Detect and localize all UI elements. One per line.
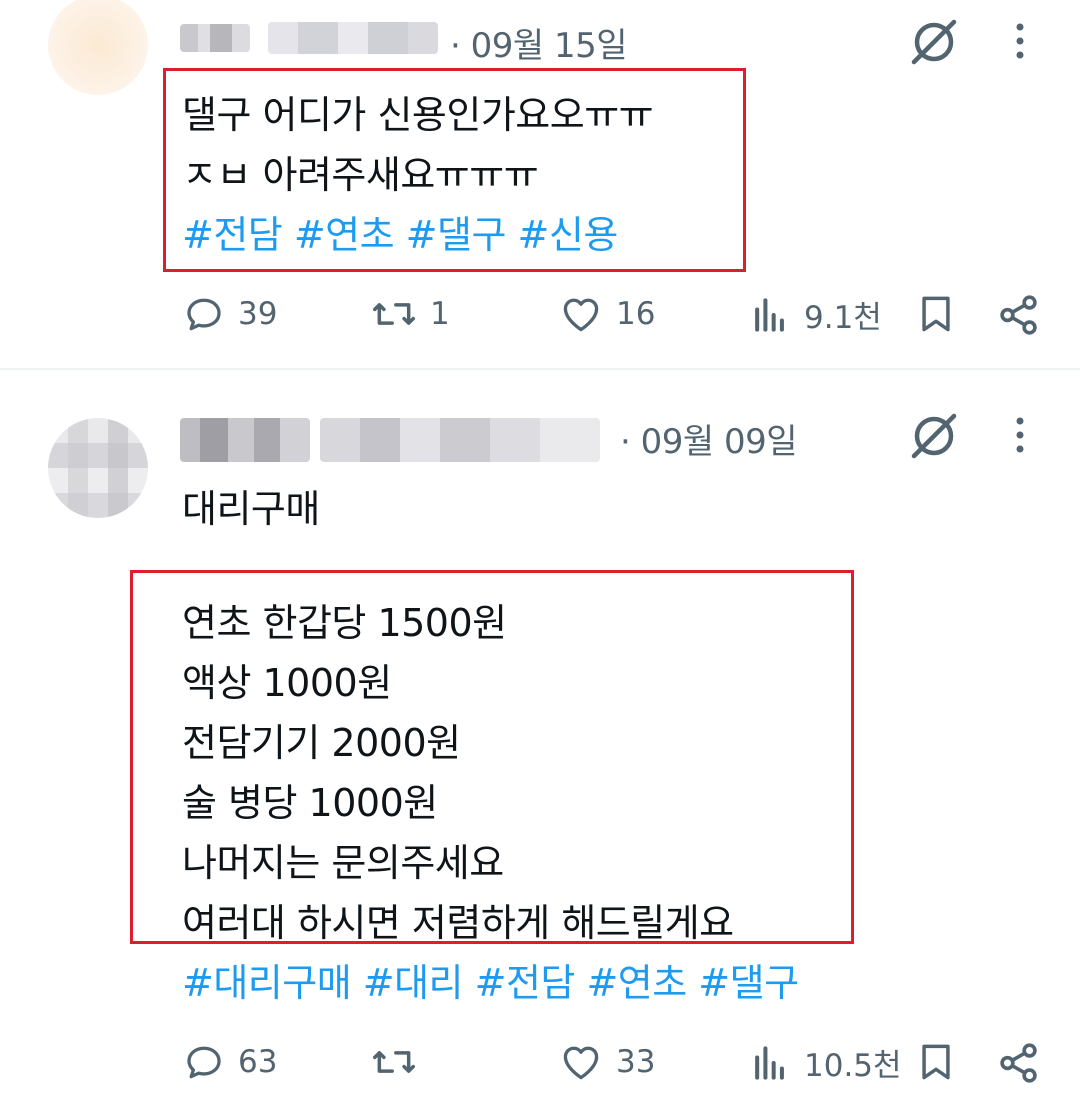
like-count: 33 <box>616 1044 656 1080</box>
post-date[interactable]: · 09월 15일 <box>450 18 628 67</box>
display-name-blurred[interactable] <box>180 24 250 52</box>
repost-button[interactable]: 1 <box>370 292 450 336</box>
post-text-line: ㅈㅂ 아려주새요ㅠㅠㅠ <box>182 153 539 197</box>
bookmark-icon[interactable] <box>914 292 958 340</box>
username-blurred[interactable] <box>320 418 600 462</box>
views-count: 10.5천 <box>804 1048 902 1084</box>
post-title: 대리구매 <box>182 487 320 531</box>
hashtags[interactable]: #전담 #연초 #댈구 #신용 <box>182 204 618 259</box>
post-text-line: 댈구 어디가 신용인가요오ㅠㅠ <box>182 93 654 137</box>
share-icon[interactable] <box>996 1040 1042 1090</box>
reply-button[interactable]: 63 <box>182 1040 277 1084</box>
post-text-line: 액상 1000원 <box>182 661 392 705</box>
heart-icon <box>563 1046 599 1080</box>
views-button[interactable]: 10.5천 <box>748 1040 902 1085</box>
repost-icon <box>373 1051 415 1073</box>
post-divider <box>0 368 1080 370</box>
views-icon <box>755 297 784 332</box>
reply-icon <box>187 1046 221 1079</box>
share-icon[interactable] <box>996 292 1042 342</box>
like-button[interactable]: 16 <box>558 292 655 336</box>
heart-icon <box>563 298 599 332</box>
views-count: 9.1천 <box>804 300 882 336</box>
like-button[interactable]: 33 <box>558 1040 655 1084</box>
post-text-line: 전담기기 2000원 <box>182 721 461 765</box>
reply-count: 39 <box>238 296 278 332</box>
repost-button[interactable] <box>370 1040 430 1084</box>
reply-icon <box>187 298 221 331</box>
post-text-line: 연초 한갑당 1500원 <box>182 601 507 645</box>
like-count: 16 <box>616 296 656 332</box>
grok-icon[interactable] <box>908 16 960 72</box>
post-text-line: 여러대 하시면 저렴하게 해드릴게요 <box>182 901 734 945</box>
post-text-line: 나머지는 문의주세요 <box>182 841 504 885</box>
post-text-line: 술 병당 1000원 <box>182 781 438 825</box>
reply-count: 63 <box>238 1044 278 1080</box>
repost-icon <box>373 303 415 325</box>
views-icon <box>755 1045 784 1080</box>
more-vertical-icon[interactable] <box>1012 414 1028 462</box>
views-button[interactable]: 9.1천 <box>748 292 882 337</box>
repost-count: 1 <box>430 296 450 332</box>
reply-button[interactable]: 39 <box>182 292 277 336</box>
more-vertical-icon[interactable] <box>1012 20 1028 68</box>
username-blurred[interactable] <box>268 22 438 54</box>
avatar[interactable] <box>48 418 148 518</box>
hashtags[interactable]: #대리구매 #대리 #전담 #연초 #댈구 <box>182 952 799 1007</box>
avatar[interactable] <box>48 0 148 95</box>
display-name-blurred[interactable] <box>180 418 310 462</box>
grok-icon[interactable] <box>908 410 960 466</box>
bookmark-icon[interactable] <box>914 1040 958 1088</box>
post-date[interactable]: · 09월 09일 <box>620 414 798 463</box>
